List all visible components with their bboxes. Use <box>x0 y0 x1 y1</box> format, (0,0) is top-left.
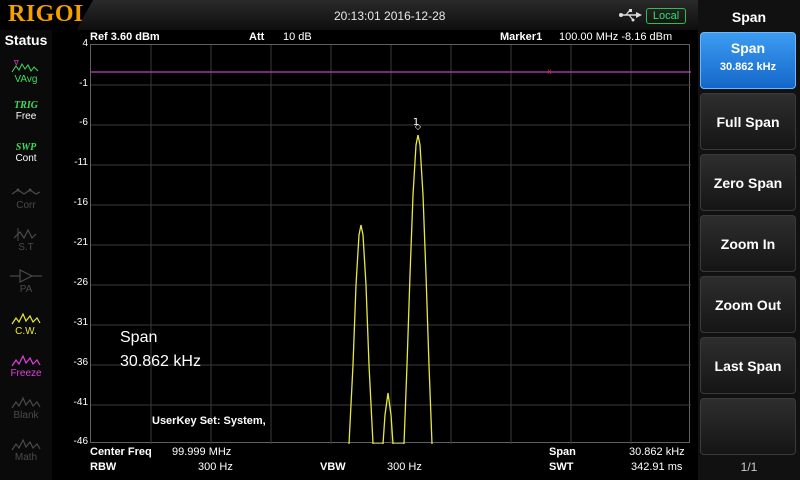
rigol-logo: RIGOL <box>8 1 91 27</box>
ref-marker-x: x <box>547 67 552 76</box>
usb-icon <box>619 9 642 22</box>
att-value: 10 dB <box>283 31 312 43</box>
status-pa-label: PA <box>19 284 33 295</box>
marker-label: Marker1 <box>500 31 543 43</box>
vbw-label[interactable]: VBW <box>320 461 346 473</box>
page-indicator: 1/1 <box>740 460 758 474</box>
marker-readout: 100.00 MHz -8.16 dBm <box>559 31 673 43</box>
status-math: Math <box>4 436 48 476</box>
status-blank: Blank <box>4 394 48 434</box>
status-vavg-label: VAvg <box>14 74 38 85</box>
status-trig-title: TRIG <box>14 100 38 111</box>
status-st: S.T <box>4 226 48 266</box>
local-button[interactable]: Local <box>646 8 686 24</box>
correction-icon <box>11 188 41 195</box>
ref-level: Ref 3.60 dBm <box>90 31 160 43</box>
y-tick: -1 <box>79 78 88 89</box>
info-bar: Ref 3.60 dBm Att 10 dB Marker1 100.00 MH… <box>90 31 690 44</box>
y-tick: -6 <box>79 117 88 128</box>
span-annotation-value: 30.862 kHz <box>120 353 201 370</box>
status-math-label: Math <box>14 452 38 463</box>
preamp-icon <box>10 269 42 283</box>
y-tick: -21 <box>73 237 88 248</box>
softkey-menu: Span Span 30.862 kHz Full Span Zero Span… <box>698 0 800 480</box>
datetime: 20:13:01 2016-12-28 <box>334 9 446 23</box>
status-blank-label: Blank <box>13 410 39 421</box>
span-annotation-label: Span <box>120 329 158 346</box>
status-swp-label: Cont <box>15 153 37 164</box>
status-cw: C.W. <box>4 310 48 350</box>
center-freq-label[interactable]: Center Freq <box>90 446 152 458</box>
y-tick: -26 <box>73 277 88 288</box>
swt-value: 342.91 ms <box>631 461 683 473</box>
y-tick: -11 <box>74 157 88 168</box>
freeze-icon <box>11 354 41 367</box>
status-cw-label: C.W. <box>15 326 37 337</box>
userkey-status: UserKey Set: System, <box>152 415 266 427</box>
span-annotation: Span 30.862 kHz <box>120 326 201 374</box>
status-corr-label: Corr <box>16 200 36 211</box>
status-corr: Corr <box>4 184 48 224</box>
status-pa: PA <box>4 268 48 308</box>
source-tracking-icon <box>13 228 37 241</box>
clear-write-icon <box>11 312 41 325</box>
marker-number: 1 <box>413 117 419 128</box>
att-label: Att <box>249 31 265 43</box>
y-tick: -16 <box>73 197 88 208</box>
rbw-value: 300 Hz <box>198 461 233 473</box>
last-span-button[interactable]: Last Span <box>700 337 796 394</box>
menu-title: Span <box>731 9 767 25</box>
empty-softkey[interactable] <box>700 398 796 455</box>
y-tick: 4 <box>82 38 88 49</box>
status-swp-title: SWP <box>15 142 37 153</box>
status-vavg: ∇ VAvg <box>4 58 48 98</box>
status-trig: TRIG Free <box>4 100 48 140</box>
center-freq-value: 99.999 MHz <box>172 446 232 458</box>
vbw-value: 300 Hz <box>387 461 422 473</box>
zoom-out-button[interactable]: Zoom Out <box>700 276 796 333</box>
math-icon <box>11 438 41 451</box>
status-st-label: S.T <box>18 242 34 253</box>
span-value: 30.862 kHz <box>629 446 685 458</box>
spectrum-plot: x ◇ 1 <box>91 45 691 444</box>
span-softkey-label: Span <box>730 40 766 56</box>
avg-trace-icon: ∇ <box>11 59 39 73</box>
top-bar: RIGOL 20:13:01 2016-12-28 Local <box>0 0 698 30</box>
status-trig-label: Free <box>15 111 37 122</box>
y-tick: -31 <box>73 317 88 328</box>
full-span-button[interactable]: Full Span <box>700 93 796 150</box>
status-freeze: Freeze <box>4 352 48 392</box>
status-freeze-label: Freeze <box>10 368 42 379</box>
status-swp: SWP Cont <box>4 142 48 182</box>
span-softkey[interactable]: Span 30.862 kHz <box>700 32 796 89</box>
y-tick: -41 <box>73 397 88 408</box>
spectrum-graph[interactable]: x ◇ 1 <box>90 44 691 444</box>
logo-box: RIGOL <box>0 0 93 30</box>
zero-span-button[interactable]: Zero Span <box>700 154 796 211</box>
span-label[interactable]: Span <box>549 446 576 458</box>
bottom-params: Center Freq 99.999 MHz RBW 300 Hz VBW 30… <box>90 444 690 480</box>
zoom-in-button[interactable]: Zoom In <box>700 215 796 272</box>
span-softkey-value: 30.862 kHz <box>719 61 777 73</box>
status-panel: Status ∇ VAvg TRIG Free SWP Cont Corr S.… <box>0 30 52 480</box>
y-tick: -36 <box>73 357 88 368</box>
rbw-label[interactable]: RBW <box>90 461 116 473</box>
swt-label[interactable]: SWT <box>549 461 573 473</box>
y-tick: -46 <box>73 436 88 447</box>
blank-icon <box>11 396 41 409</box>
status-title: Status <box>4 32 48 48</box>
